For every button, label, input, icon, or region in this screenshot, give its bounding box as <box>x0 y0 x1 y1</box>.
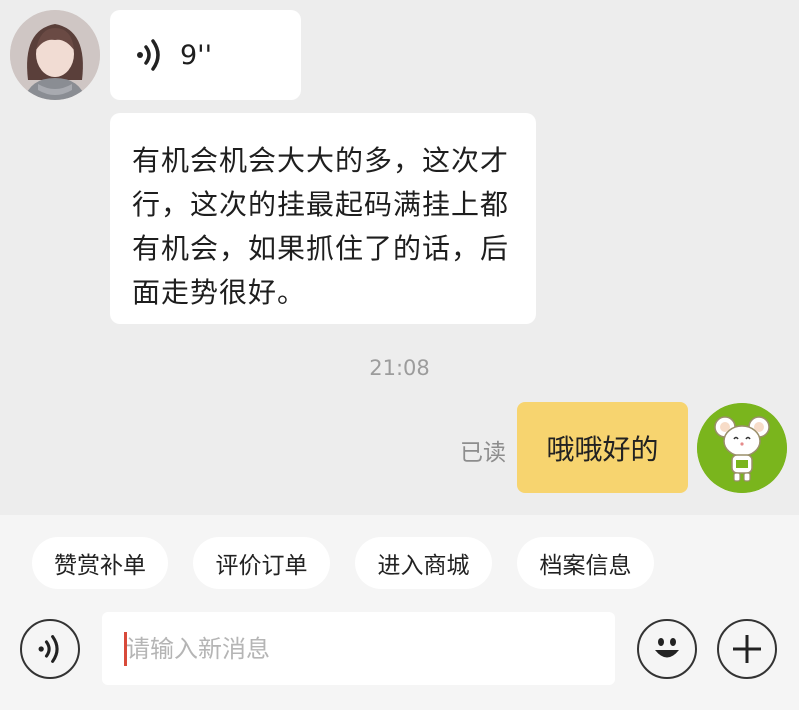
contact-avatar-image <box>10 10 100 100</box>
voice-icon <box>38 635 59 663</box>
chat-area: 9'' 有机会机会大大的多，这次才行，这次的挂最起码满挂上都有机会，如果抓住了的… <box>0 0 799 515</box>
text-message-bubble[interactable]: 有机会机会大大的多，这次才行，这次的挂最起码满挂上都有机会，如果抓住了的话，后面… <box>110 113 536 324</box>
my-message-bubble[interactable]: 哦哦好的 <box>517 402 688 493</box>
more-button[interactable] <box>717 619 777 679</box>
bottom-panel: 赞赏补单 评价订单 进入商城 档案信息 <box>0 515 799 710</box>
emoji-button[interactable] <box>637 619 697 679</box>
plus-icon <box>733 635 761 663</box>
message-timestamp: 21:08 <box>369 356 430 380</box>
mouse-mascot-icon <box>697 403 787 493</box>
quick-reply-reward[interactable]: 赞赏补单 <box>32 537 168 589</box>
voice-input-button[interactable] <box>20 619 80 679</box>
quick-reply-mall[interactable]: 进入商城 <box>355 537 492 589</box>
quick-reply-review[interactable]: 评价订单 <box>193 537 330 589</box>
read-status: 已读 <box>460 440 506 466</box>
my-avatar[interactable] <box>697 403 787 493</box>
message-input[interactable] <box>124 633 588 664</box>
emoji-icon <box>655 638 679 658</box>
quick-reply-profile[interactable]: 档案信息 <box>517 537 654 589</box>
message-text: 有机会机会大大的多，这次才行，这次的挂最起码满挂上都有机会，如果抓住了的话，后面… <box>132 144 510 309</box>
voice-message-bubble[interactable]: 9'' <box>110 10 301 100</box>
voice-icon <box>137 39 160 71</box>
my-message-text: 哦哦好的 <box>546 432 659 466</box>
message-input-box[interactable] <box>102 612 615 685</box>
voice-duration: 9'' <box>180 39 213 71</box>
contact-avatar[interactable] <box>10 10 100 100</box>
